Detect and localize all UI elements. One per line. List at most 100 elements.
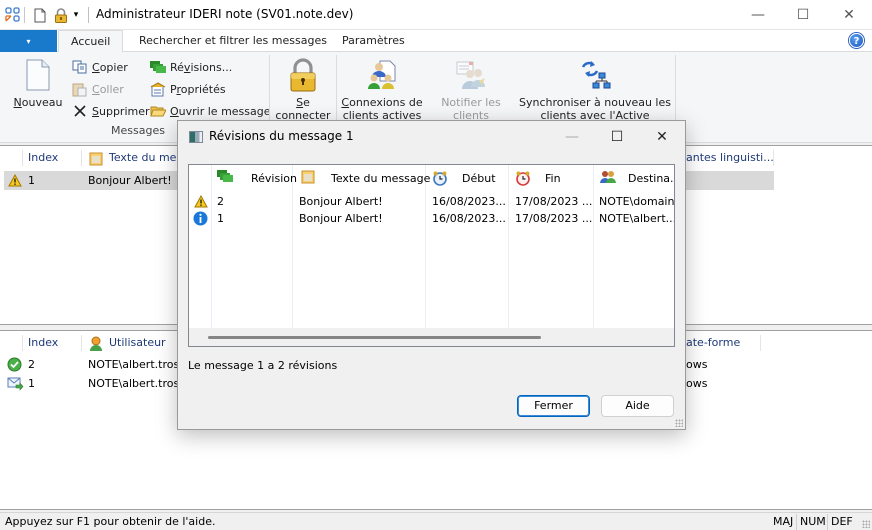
new-message-label: Nouveau [13, 96, 63, 109]
column-header-label: Utilisateur [109, 336, 166, 349]
window-title: Administrateur IDERI note (SV01.note.dev… [96, 7, 354, 21]
paste-button[interactable]: Coller [72, 80, 124, 98]
properties-button[interactable]: Propriétés [150, 80, 226, 98]
sync-network-icon [579, 58, 611, 92]
qa-separator [24, 7, 25, 23]
dialog-close-button[interactable]: ✕ [639, 121, 685, 153]
column-header-message-text[interactable]: Texte du message [301, 165, 430, 191]
copy-button[interactable]: Copier [72, 58, 128, 76]
help-icon[interactable]: ? [849, 33, 864, 48]
client-connections-icon [366, 58, 398, 92]
open-message-button[interactable]: Ouvrir le message [150, 102, 271, 120]
column-header-label: Destina... [628, 171, 674, 185]
notify-clients-icon [455, 58, 487, 92]
column-header-recipients[interactable]: Destina... [600, 165, 674, 191]
file-menu-button[interactable]: ▾ [0, 30, 57, 52]
column-header-label: Texte du message [331, 171, 431, 185]
message-text-icon [301, 170, 317, 186]
warning-icon [194, 193, 210, 210]
minimize-button[interactable]: — [735, 0, 781, 30]
revision-number: 2 [217, 195, 224, 208]
new-document-icon[interactable] [31, 6, 49, 24]
info-icon [193, 210, 209, 227]
alarm-clock-red-icon [515, 170, 531, 186]
column-header-label: Début [462, 171, 496, 185]
tab-accueil[interactable]: Accueil [58, 30, 124, 53]
close-button[interactable]: ✕ [826, 0, 872, 30]
open-folder-icon [150, 103, 166, 119]
status-bar: Appuyez sur F1 pour obtenir de l'aide. M… [0, 512, 872, 530]
column-header-start[interactable]: Début [432, 165, 496, 191]
dialog-status-text: Le message 1 a 2 révisions [188, 359, 338, 372]
lock-icon [287, 58, 319, 92]
revision-text: Bonjour Albert! [299, 195, 383, 208]
revisions-list: Révision Texte du message Début Fin Dest… [188, 164, 675, 347]
connection-user: NOTE\albert.tross [88, 358, 185, 371]
column-header-end[interactable]: Fin [515, 165, 561, 191]
tab-parametres[interactable]: Paramètres [330, 30, 417, 52]
connection-index: 1 [28, 377, 35, 390]
help-button[interactable]: Aide [601, 395, 674, 417]
dialog-resize-grip[interactable] [675, 419, 683, 427]
revisions-button[interactable]: Révisions... [150, 58, 232, 76]
message-text-icon [89, 151, 103, 166]
customize-dropdown-icon[interactable]: ▾ [70, 6, 82, 24]
properties-label: Propriétés [170, 82, 226, 96]
column-separator [81, 335, 82, 351]
copy-label: Copier [92, 60, 128, 74]
resize-grip[interactable] [862, 520, 870, 528]
column-header-user[interactable]: Utilisateur [89, 331, 166, 355]
dialog-maximize-button[interactable]: ☐ [594, 121, 640, 153]
tab-rechercher-filtrer[interactable]: Rechercher et filtrer les messages [127, 30, 339, 52]
column-header-label: Révision [251, 171, 297, 185]
column-header-index[interactable]: Index [28, 146, 58, 170]
revision-end: 17/08/2023 ... [515, 212, 593, 225]
column-header-index[interactable]: Index [28, 331, 58, 355]
column-separator [760, 335, 761, 351]
revision-number: 1 [217, 212, 224, 225]
revision-recipients: NOTE\albert.... [599, 212, 675, 225]
revision-end: 17/08/2023 ... [515, 195, 593, 208]
paste-label: Coller [92, 82, 124, 96]
maximize-button[interactable]: ☐ [780, 0, 826, 30]
check-circle-icon [7, 355, 23, 374]
dialog-title: Révisions du message 1 [209, 129, 354, 143]
column-header-label: Fin [545, 171, 561, 185]
new-document-icon [22, 58, 54, 92]
column-separator [81, 150, 82, 166]
column-header-language-variants[interactable]: antes linguisti... [686, 146, 774, 170]
scrollbar-thumb[interactable] [208, 336, 541, 339]
column-header-platform[interactable]: ate-forme [686, 331, 740, 355]
column-gridline [508, 165, 509, 329]
column-separator [22, 335, 23, 351]
dialog-minimize-button[interactable]: — [549, 121, 595, 153]
revision-text: Bonjour Albert! [299, 212, 383, 225]
delete-button[interactable]: Supprimer [72, 102, 150, 120]
active-connections-label: Connexions de clients actives [341, 96, 423, 122]
revisions-icon [217, 170, 233, 186]
dialog-title-bar: Révisions du message 1 — ☐ ✕ [178, 121, 685, 153]
connection-platform: ows [686, 377, 708, 390]
active-connections-button[interactable]: Connexions de clients actives [341, 58, 423, 122]
connection-platform: ows [686, 358, 708, 371]
app-icon[interactable] [4, 6, 22, 24]
connection-user: NOTE\albert.tross [88, 377, 185, 390]
list-item[interactable]: 2 Bonjour Albert! 16/08/2023... 17/08/20… [189, 193, 674, 210]
horizontal-scrollbar[interactable] [189, 328, 674, 346]
group-label-messages: Messages [111, 124, 165, 137]
delete-x-icon [72, 103, 88, 119]
revisions-icon [150, 59, 166, 75]
column-separator [22, 150, 23, 166]
revision-start: 16/08/2023... [432, 195, 506, 208]
copy-icon [72, 59, 88, 75]
lock-icon[interactable] [52, 6, 70, 24]
column-header-revision[interactable]: Révision [217, 165, 297, 191]
new-message-button[interactable]: Nouveau [12, 58, 64, 109]
paste-icon [72, 81, 88, 97]
list-item[interactable]: 1 Bonjour Albert! 16/08/2023... 17/08/20… [189, 210, 674, 227]
close-dialog-button[interactable]: Fermer [517, 395, 590, 417]
connection-index: 2 [28, 358, 35, 371]
open-message-label: Ouvrir le message [170, 104, 271, 118]
status-text: Appuyez sur F1 pour obtenir de l'aide. [5, 515, 216, 528]
connect-button[interactable]: Se connecter [275, 58, 331, 122]
